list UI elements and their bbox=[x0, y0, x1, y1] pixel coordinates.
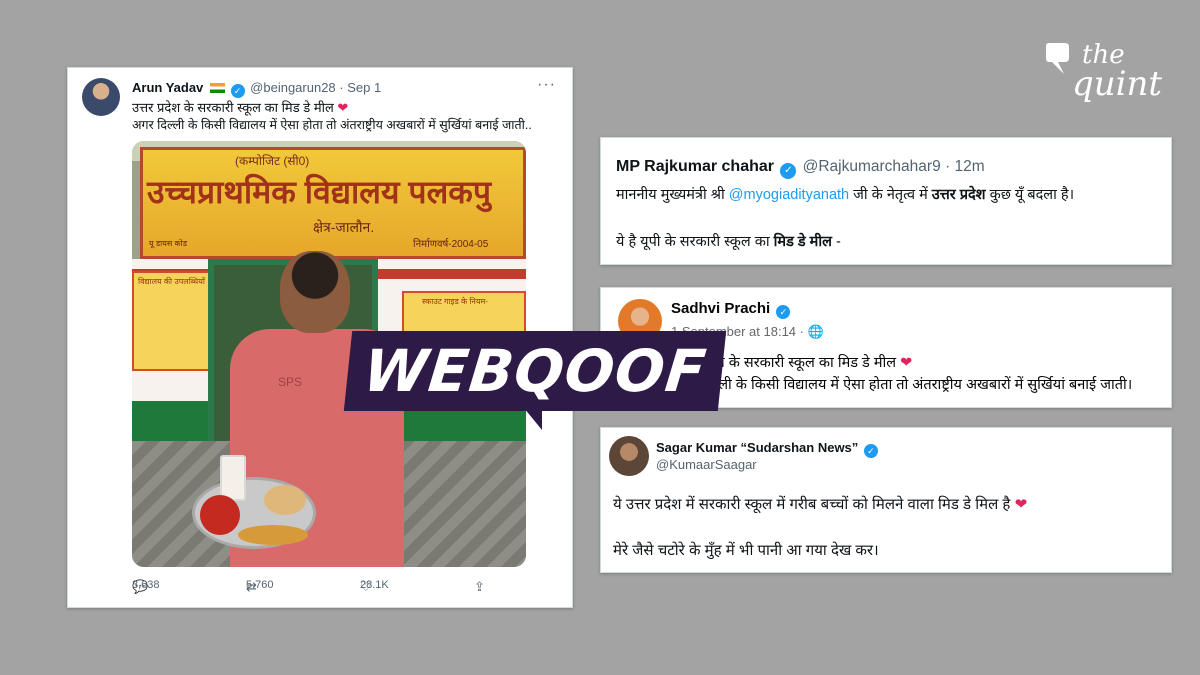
apple bbox=[200, 495, 240, 535]
webqoof-label: WEBQOOF bbox=[343, 331, 727, 411]
school-sign: (कम्पोजिट (सी0) उच्चप्राथमिक विद्यालय पल… bbox=[140, 147, 526, 259]
avatar[interactable] bbox=[82, 78, 120, 116]
tweet-text-line1: ये उत्तर प्रदेश में सरकारी स्कूल में गरी… bbox=[613, 494, 1027, 514]
webqoof-tail bbox=[524, 408, 542, 430]
author-name[interactable]: Arun Yadav bbox=[132, 80, 203, 95]
tweet-text-line2: ये है यूपी के सरकारी स्कूल का मिड डे मील… bbox=[616, 231, 841, 251]
sign-main-text: उच्चप्राथमिक विद्यालय पलकपु bbox=[147, 174, 492, 210]
india-flag-icon bbox=[209, 83, 225, 93]
text-segment: कुछ यूँ बदला है। bbox=[989, 187, 1075, 203]
tweet-time[interactable]: 12m bbox=[955, 158, 985, 175]
author-handle[interactable]: @beingarun28 bbox=[250, 80, 335, 95]
the-quint-logo: the quint bbox=[1044, 38, 1164, 108]
bread bbox=[264, 485, 306, 515]
verified-badge-icon: ✓ bbox=[776, 305, 791, 319]
tweet-text: ये उत्तर प्रदेश में सरकारी स्कूल में गरी… bbox=[613, 496, 1011, 513]
board-left-text: विद्यालय की उपलब्धियाँ bbox=[138, 277, 205, 286]
heart-emoji-icon: ❤ bbox=[1014, 496, 1028, 513]
sign-year-text: निर्माणवर्ष-2004-05 bbox=[413, 239, 489, 250]
post-text-line2: अगर दिल्ली के किसी विद्यालय में ऐसा होता… bbox=[671, 377, 1133, 393]
more-options-icon[interactable]: ··· bbox=[537, 76, 556, 94]
tweet-rajkumar-chahar: MP Rajkumar chahar ✓ @Rajkumarchahar9 · … bbox=[600, 137, 1172, 265]
globe-icon: 🌐 bbox=[807, 324, 824, 339]
sign-top-text: (कम्पोजिट (सी0) bbox=[235, 154, 310, 168]
text-segment: माननीय मुख्यमंत्री श्री bbox=[616, 187, 725, 203]
sign-area-text: क्षेत्र-जालौन. bbox=[313, 219, 375, 235]
author-handle[interactable]: @Rajkumarchahar9 bbox=[803, 158, 941, 175]
tweet-text-line2: मेरे जैसे चटोरे के मुँह में भी पानी आ गय… bbox=[613, 542, 879, 559]
sign-small-text: यू डायस कोड bbox=[149, 239, 187, 248]
tweet-header: MP Rajkumar chahar ✓ @Rajkumarchahar9 · … bbox=[616, 158, 985, 179]
logo-quint-text: quint bbox=[1072, 64, 1163, 104]
mention-link[interactable]: @myogiadityanath bbox=[729, 187, 849, 203]
boy-head bbox=[280, 251, 350, 333]
author-header: Sadhvi Prachi ✓ bbox=[671, 300, 792, 319]
text-segment: जी के नेतृत्व में bbox=[853, 187, 928, 203]
author-handle[interactable]: @KumaarSaagar bbox=[656, 457, 757, 472]
author-name[interactable]: Sagar Kumar “Sudarshan News” bbox=[656, 440, 858, 455]
tweet-header: Arun Yadav ✓ @beingarun28 · Sep 1 bbox=[132, 80, 381, 98]
tweet-text: उत्तर प्रदेश के सरकारी स्कूल का मिड डे म… bbox=[132, 100, 334, 115]
tweet-date[interactable]: Sep 1 bbox=[347, 80, 381, 95]
milk-glass bbox=[220, 455, 246, 501]
retweet-count: 5,760 bbox=[246, 579, 274, 591]
text-segment: - bbox=[835, 234, 841, 250]
curry bbox=[238, 525, 308, 545]
verified-badge-icon: ✓ bbox=[863, 444, 878, 458]
reply-count: 3,638 bbox=[132, 579, 160, 591]
avatar[interactable] bbox=[609, 436, 649, 476]
tweet-text-line2: अगर दिल्ली के किसी विद्यालय में ऐसा होता… bbox=[132, 118, 532, 132]
notice-board-left: विद्यालय की उपलब्धियाँ bbox=[132, 271, 218, 371]
tweet-text-line1: उत्तर प्रदेश के सरकारी स्कूल का मिड डे म… bbox=[132, 98, 348, 116]
tweet-sagar-kumar: Sagar Kumar “Sudarshan News” ✓ @KumaarSa… bbox=[600, 427, 1172, 573]
bold-text: मिड डे मील bbox=[773, 234, 832, 250]
shirt-text: SPS bbox=[278, 375, 303, 389]
heart-emoji-icon: ❤ bbox=[337, 100, 349, 115]
like-count: 28.1K bbox=[360, 579, 389, 591]
author-header: Sagar Kumar “Sudarshan News” ✓ bbox=[656, 440, 880, 458]
board-right-text: स्काउट गाइड के नियम- bbox=[422, 297, 488, 306]
webqoof-text: WEBQOOF bbox=[360, 337, 710, 405]
bold-text: उत्तर प्रदेश bbox=[931, 187, 986, 203]
separator: · bbox=[339, 80, 344, 95]
share-icon: ⇪ bbox=[474, 579, 485, 594]
tweet-text-line1: माननीय मुख्यमंत्री श्री @myogiadityanath… bbox=[616, 184, 1074, 204]
author-name[interactable]: Sadhvi Prachi bbox=[671, 300, 770, 317]
verified-badge-icon: ✓ bbox=[780, 163, 797, 179]
quint-mark-icon bbox=[1046, 43, 1069, 74]
author-name[interactable]: MP Rajkumar chahar bbox=[616, 158, 774, 175]
heart-emoji-icon: ❤ bbox=[900, 355, 913, 371]
separator: · bbox=[945, 158, 951, 175]
text-segment: ये है यूपी के सरकारी स्कूल का bbox=[616, 234, 770, 250]
verified-badge-icon: ✓ bbox=[230, 84, 245, 98]
